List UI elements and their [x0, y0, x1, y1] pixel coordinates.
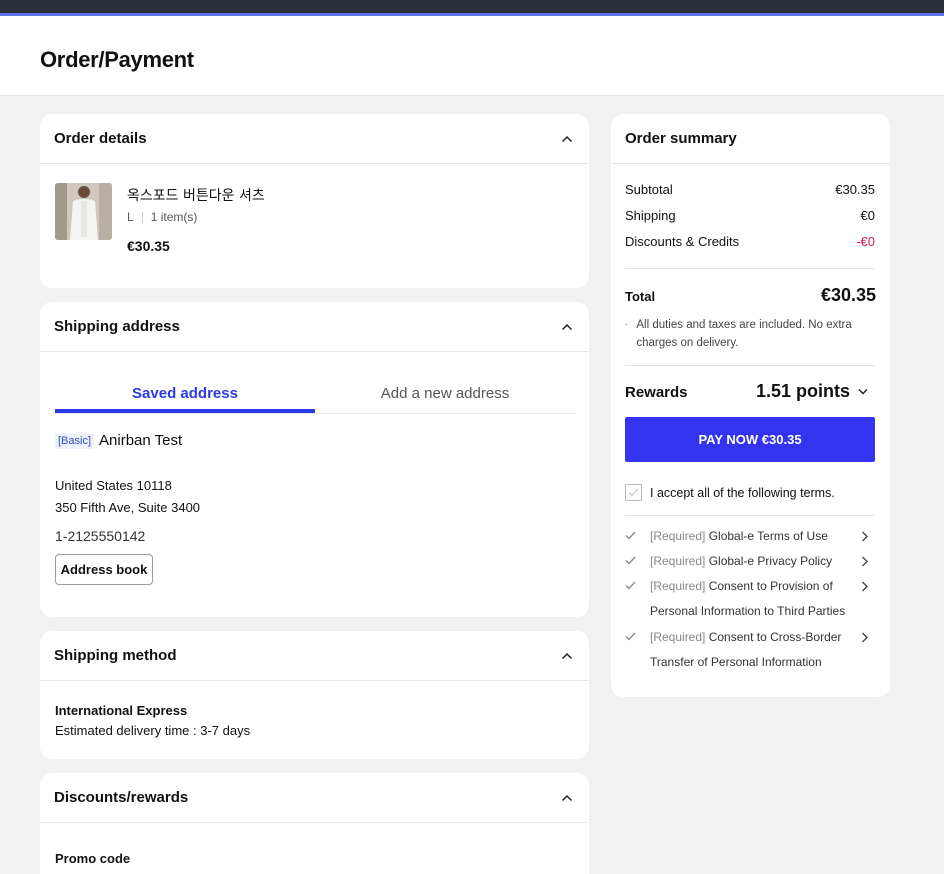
term-required-tag: [Required] — [650, 630, 706, 644]
summary-divider — [625, 268, 875, 269]
check-icon — [625, 632, 636, 641]
promo-code-label: Promo code — [55, 851, 131, 866]
shipping-value: €0 — [860, 208, 875, 223]
chevron-right-icon — [862, 632, 868, 643]
address-line-2: 350 Fifth Ave, Suite 3400 — [55, 500, 201, 515]
check-icon — [628, 488, 639, 497]
term-item[interactable]: [Required] Consent to Cross-Border Trans… — [625, 625, 875, 675]
tab-saved-address[interactable]: Saved address — [55, 371, 315, 413]
page-header: Order/Payment — [0, 16, 944, 96]
subtotal-row: Subtotal €30.35 — [625, 182, 875, 197]
address-name-row: [Basic] Anirban Test — [55, 432, 182, 449]
shipping-row: Shipping €0 — [625, 208, 875, 223]
discounts-rewards-card: Discounts/rewards Promo code — [40, 773, 589, 874]
accept-terms-label: I accept all of the following terms. — [650, 485, 835, 500]
product-size: L — [127, 210, 134, 224]
shipping-method-name: International Express — [55, 703, 188, 718]
shipping-method-card: Shipping method International Express Es… — [40, 631, 589, 759]
product-meta: L 1 item(s) — [127, 210, 197, 224]
rewards-value: 1.51 points — [755, 381, 850, 401]
shipping-address-title: Shipping address — [54, 318, 180, 335]
order-details-card: Order details 옥스포드 버튼다운 셔츠 L 1 item(s) €… — [40, 114, 589, 288]
address-line-1: United States 10118 — [55, 478, 172, 493]
product-quantity: 1 item(s) — [150, 210, 198, 224]
order-details-title: Order details — [54, 130, 147, 147]
rewards-dropdown[interactable]: 1.51 points — [756, 381, 868, 402]
subtotal-label: Subtotal — [625, 182, 673, 197]
accept-terms-row[interactable]: I accept all of the following terms. — [625, 484, 835, 501]
order-summary-title: Order summary — [625, 130, 737, 147]
page-title: Order/Payment — [40, 47, 194, 72]
shipping-method-title: Shipping method — [54, 647, 177, 664]
chevron-up-icon[interactable] — [559, 319, 575, 335]
discounts-row: Discounts & Credits -€0 — [625, 234, 875, 249]
chevron-down-icon — [858, 388, 868, 395]
accept-terms-checkbox[interactable] — [625, 484, 642, 501]
shipping-address-header[interactable]: Shipping address — [40, 302, 589, 352]
product-thumbnail — [55, 183, 112, 240]
subtotal-value: €30.35 — [835, 182, 875, 197]
product-name: 옥스포드 버튼다운 셔츠 — [127, 188, 265, 204]
bullet-dot: · — [625, 319, 629, 330]
recipient-name: Anirban Test — [99, 432, 183, 449]
browser-top-bar — [0, 0, 944, 13]
total-value: €30.35 — [820, 285, 876, 305]
shipping-label: Shipping — [625, 208, 676, 223]
phone-number: 1-2125550142 — [55, 528, 146, 544]
chevron-up-icon[interactable] — [559, 648, 575, 664]
product-price: €30.35 — [127, 238, 170, 254]
term-required-tag: [Required] — [650, 554, 706, 568]
rewards-label: Rewards — [625, 384, 688, 401]
order-summary-card: Order summary Subtotal €30.35 Shipping €… — [611, 114, 890, 697]
meta-separator — [141, 211, 143, 223]
total-label: Total — [625, 289, 656, 304]
check-icon — [625, 581, 636, 590]
tax-note-text: All duties and taxes are included. No ex… — [636, 319, 852, 349]
shipping-method-header[interactable]: Shipping method — [40, 631, 589, 681]
basic-address-badge: [Basic] — [55, 432, 95, 449]
tab-add-new-address[interactable]: Add a new address — [315, 371, 575, 413]
summary-divider — [625, 365, 875, 366]
order-summary-header: Order summary — [611, 114, 890, 164]
term-required-tag: [Required] — [650, 529, 706, 543]
term-item[interactable]: [Required] Consent to Provision of Perso… — [625, 574, 875, 624]
chevron-right-icon — [862, 531, 868, 542]
chevron-right-icon — [862, 556, 868, 567]
term-item[interactable]: [Required] Global-e Privacy Policy — [625, 549, 875, 574]
discounts-label: Discounts & Credits — [625, 234, 740, 249]
term-text: Global-e Terms of Use — [705, 529, 828, 543]
tax-note: · All duties and taxes are included. No … — [625, 316, 875, 352]
address-tabs: Saved address Add a new address — [55, 371, 575, 414]
summary-divider — [625, 515, 875, 516]
pay-now-button[interactable]: PAY NOW €30.35 — [625, 417, 875, 462]
order-details-header[interactable]: Order details — [40, 114, 589, 164]
shipping-address-card: Shipping address Saved address Add a new… — [40, 302, 589, 617]
discounts-rewards-title: Discounts/rewards — [54, 789, 189, 806]
term-item[interactable]: [Required] Global-e Terms of Use — [625, 524, 875, 549]
chevron-right-icon — [862, 581, 868, 592]
chevron-up-icon[interactable] — [559, 131, 575, 147]
chevron-up-icon[interactable] — [559, 790, 575, 806]
term-required-tag: [Required] — [650, 579, 706, 593]
delivery-estimate: Estimated delivery time : 3-7 days — [55, 723, 251, 738]
discounts-value: -€0 — [856, 234, 875, 249]
address-book-button[interactable]: Address book — [55, 554, 153, 585]
check-icon — [625, 556, 636, 565]
term-text: Global-e Privacy Policy — [705, 554, 833, 568]
check-icon — [625, 531, 636, 540]
discounts-rewards-header[interactable]: Discounts/rewards — [40, 773, 589, 823]
